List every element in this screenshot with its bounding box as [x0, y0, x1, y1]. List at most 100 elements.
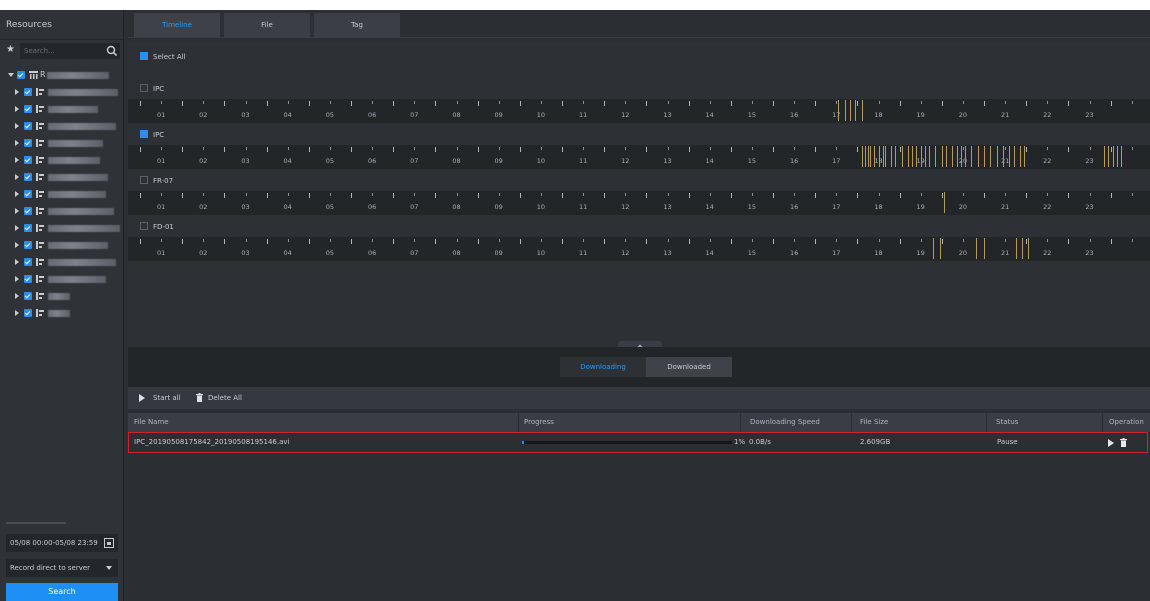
storage-type-select[interactable]: Record direct to server [6, 559, 118, 577]
checkbox[interactable] [140, 222, 148, 230]
camera-checkbox-2[interactable]: IPC [140, 130, 164, 143]
chevron-right-icon[interactable] [15, 293, 19, 299]
hour-label: 14 [705, 249, 714, 257]
timeline-tick [1047, 147, 1049, 150]
timeline-track[interactable]: 0102030405060708091011121314151617181920… [128, 145, 1150, 169]
delete-all-button[interactable]: Delete All [208, 387, 242, 409]
timeline-track[interactable]: 0102030405060708091011121314151617181920… [128, 191, 1150, 215]
checkbox[interactable] [24, 139, 32, 147]
timeline-track[interactable]: 0102030405060708091011121314151617181920… [128, 237, 1150, 261]
redacted-device-name [48, 174, 108, 181]
tree-device-node[interactable] [0, 119, 124, 134]
date-range-field[interactable]: 05/08 00:00-05/08 23:59 [6, 534, 118, 552]
chevron-right-icon[interactable] [15, 157, 19, 163]
checkbox[interactable] [140, 130, 148, 138]
checkbox[interactable] [24, 275, 32, 283]
checkbox[interactable] [24, 309, 32, 317]
calendar-icon[interactable] [104, 538, 114, 548]
organization-icon [29, 71, 38, 79]
hour-label: 23 [1085, 157, 1094, 165]
checkbox[interactable] [24, 258, 32, 266]
search-icon[interactable] [106, 45, 118, 57]
tree-device-node[interactable] [0, 204, 124, 219]
tree-device-node[interactable] [0, 187, 124, 202]
tab-tag[interactable]: Tag [314, 13, 400, 37]
tree-device-node[interactable] [0, 289, 124, 304]
chevron-right-icon[interactable] [15, 123, 19, 129]
timeline-tick [773, 101, 774, 106]
select-all-checkbox[interactable]: Select All [140, 52, 186, 65]
timeline-tick [1068, 193, 1070, 198]
tree-device-node[interactable] [0, 102, 124, 117]
camera-checkbox-4[interactable]: FD-01 [140, 222, 174, 235]
tree-device-node[interactable] [0, 272, 124, 287]
chevron-right-icon[interactable] [15, 89, 19, 95]
chevron-right-icon[interactable] [15, 208, 19, 214]
timeline-tick [583, 193, 585, 196]
start-all-button[interactable]: Start all [153, 387, 181, 409]
tree-device-node[interactable] [0, 136, 124, 151]
timeline-tick [899, 239, 901, 244]
checkbox[interactable] [24, 105, 32, 113]
timeline-tick [329, 147, 331, 150]
timeline-tick [794, 147, 796, 150]
timeline-track[interactable]: 0102030405060708091011121314151617181920… [128, 99, 1150, 123]
resource-search-input[interactable] [20, 43, 120, 59]
timeline-tick [435, 239, 437, 244]
recording-mark [838, 100, 840, 121]
chevron-right-icon[interactable] [15, 276, 19, 282]
tree-device-node[interactable] [0, 85, 124, 100]
chevron-right-icon[interactable] [15, 259, 19, 265]
table-row[interactable]: IPC_20190508175842_20190508195146.avi 1%… [128, 432, 1148, 453]
checkbox[interactable] [24, 122, 32, 130]
checkbox[interactable] [24, 241, 32, 249]
checkbox[interactable] [17, 71, 25, 79]
chevron-right-icon[interactable] [15, 174, 19, 180]
trash-icon[interactable] [1120, 438, 1127, 447]
tree-device-node[interactable] [0, 306, 124, 321]
search-button[interactable]: Search [6, 583, 118, 601]
tree-root-node[interactable]: R [0, 68, 124, 83]
checkbox[interactable] [24, 156, 32, 164]
timeline-tick [941, 239, 943, 244]
hour-label: 19 [916, 111, 925, 119]
hour-label: 21 [1000, 249, 1010, 257]
tab-downloaded[interactable]: Downloaded [646, 357, 732, 377]
chevron-down-icon[interactable] [8, 73, 14, 77]
timeline-tick [519, 101, 521, 106]
tree-device-node[interactable] [0, 170, 124, 185]
col-downloading-speed: Downloading Speed [750, 418, 820, 426]
tree-device-node[interactable] [0, 221, 124, 236]
checkbox[interactable] [24, 292, 32, 300]
chevron-right-icon[interactable] [15, 106, 19, 112]
timeline-tick [140, 193, 141, 198]
checkbox[interactable] [24, 190, 32, 198]
play-icon[interactable] [1108, 439, 1114, 447]
tree-device-node[interactable] [0, 153, 124, 168]
checkbox[interactable] [24, 173, 32, 181]
chevron-right-icon[interactable] [15, 225, 19, 231]
chevron-right-icon[interactable] [15, 242, 19, 248]
recording-mark [939, 238, 941, 259]
checkbox[interactable] [140, 52, 148, 60]
checkbox[interactable] [140, 84, 148, 92]
tree-device-node[interactable] [0, 238, 124, 253]
checkbox[interactable] [140, 176, 148, 184]
checkbox[interactable] [24, 224, 32, 232]
chevron-right-icon[interactable] [15, 140, 19, 146]
timeline-tick [583, 101, 585, 104]
tab-downloading[interactable]: Downloading [560, 357, 646, 377]
checkbox[interactable] [24, 88, 32, 96]
recording-mark [1104, 146, 1106, 167]
camera-checkbox-3[interactable]: FR-07 [140, 176, 173, 189]
tab-file[interactable]: File [224, 13, 310, 37]
tree-device-node[interactable] [0, 255, 124, 270]
recording-mark [1024, 146, 1026, 167]
favorites-star-icon[interactable]: ★ [6, 44, 15, 55]
chevron-right-icon[interactable] [15, 310, 19, 316]
tab-timeline[interactable]: Timeline [134, 13, 220, 37]
chevron-right-icon[interactable] [15, 191, 19, 197]
camera-checkbox-1[interactable]: IPC [140, 84, 164, 97]
recording-mark [960, 146, 962, 167]
checkbox[interactable] [24, 207, 32, 215]
